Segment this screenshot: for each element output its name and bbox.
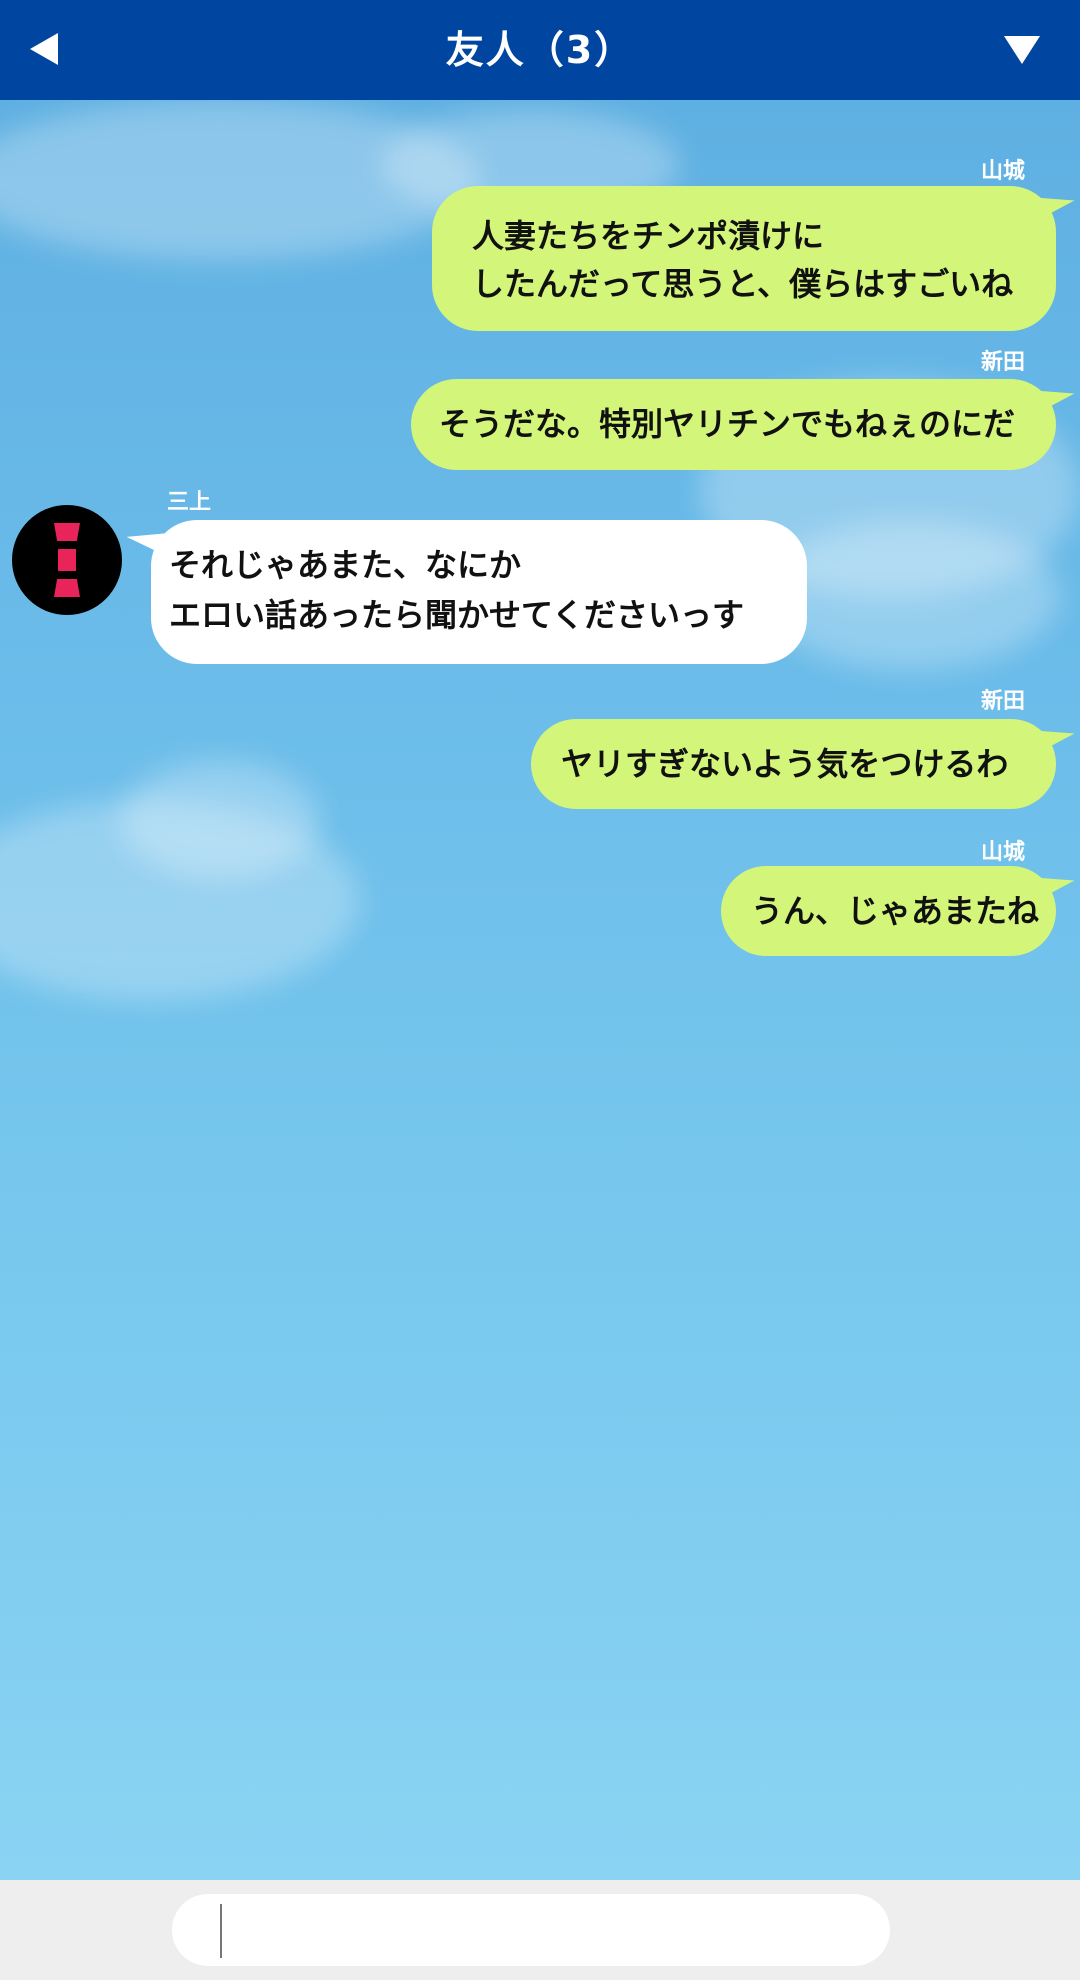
sender-name: 新田 — [980, 689, 1025, 714]
message-input[interactable] — [172, 1894, 890, 1966]
message-bubble: そうだな。特別ヤリチンでもねぇのにだ — [411, 379, 1077, 470]
message-line: 人妻たちをチンポ漬けに — [472, 217, 825, 255]
avatar-mark — [58, 549, 76, 571]
avatar-mark — [54, 523, 80, 541]
sender-name: 三上 — [167, 490, 212, 515]
dropdown-triangle-icon[interactable] — [1004, 36, 1040, 64]
message-line: エロい話あったら聞かせてくださいっす — [169, 596, 745, 634]
message-line: うん、じゃあまたね — [751, 892, 1040, 930]
message-bubble: ヤリすぎないよう気をつけるわ — [531, 719, 1077, 809]
chat-background — [0, 100, 1080, 1880]
message-bubble: 人妻たちをチンポ漬けに したんだって思うと、僕らはすごいね — [432, 186, 1077, 331]
message-line: ヤリすぎないよう気をつけるわ — [561, 745, 1009, 783]
chat-header: 友人（3） — [0, 0, 1080, 100]
sender-name: 新田 — [980, 350, 1025, 375]
message-bubble: うん、じゃあまたね — [721, 866, 1077, 956]
chat-title: 友人（3） — [445, 28, 635, 72]
avatar[interactable] — [12, 505, 122, 615]
sender-name: 山城 — [980, 159, 1025, 184]
message-line: それじゃあまた、なにか — [169, 546, 522, 584]
sender-name: 山城 — [980, 840, 1025, 865]
avatar-mark — [54, 579, 80, 597]
back-triangle-icon[interactable] — [30, 33, 58, 65]
message-bubble: それじゃあまた、なにか エロい話あったら聞かせてくださいっす — [124, 520, 807, 664]
text-caret — [220, 1904, 222, 1958]
message-input-bar — [0, 1880, 1080, 1980]
message-line: そうだな。特別ヤリチンでもねぇのにだ — [439, 405, 1016, 443]
message-line: したんだって思うと、僕らはすごいね — [472, 265, 1014, 303]
